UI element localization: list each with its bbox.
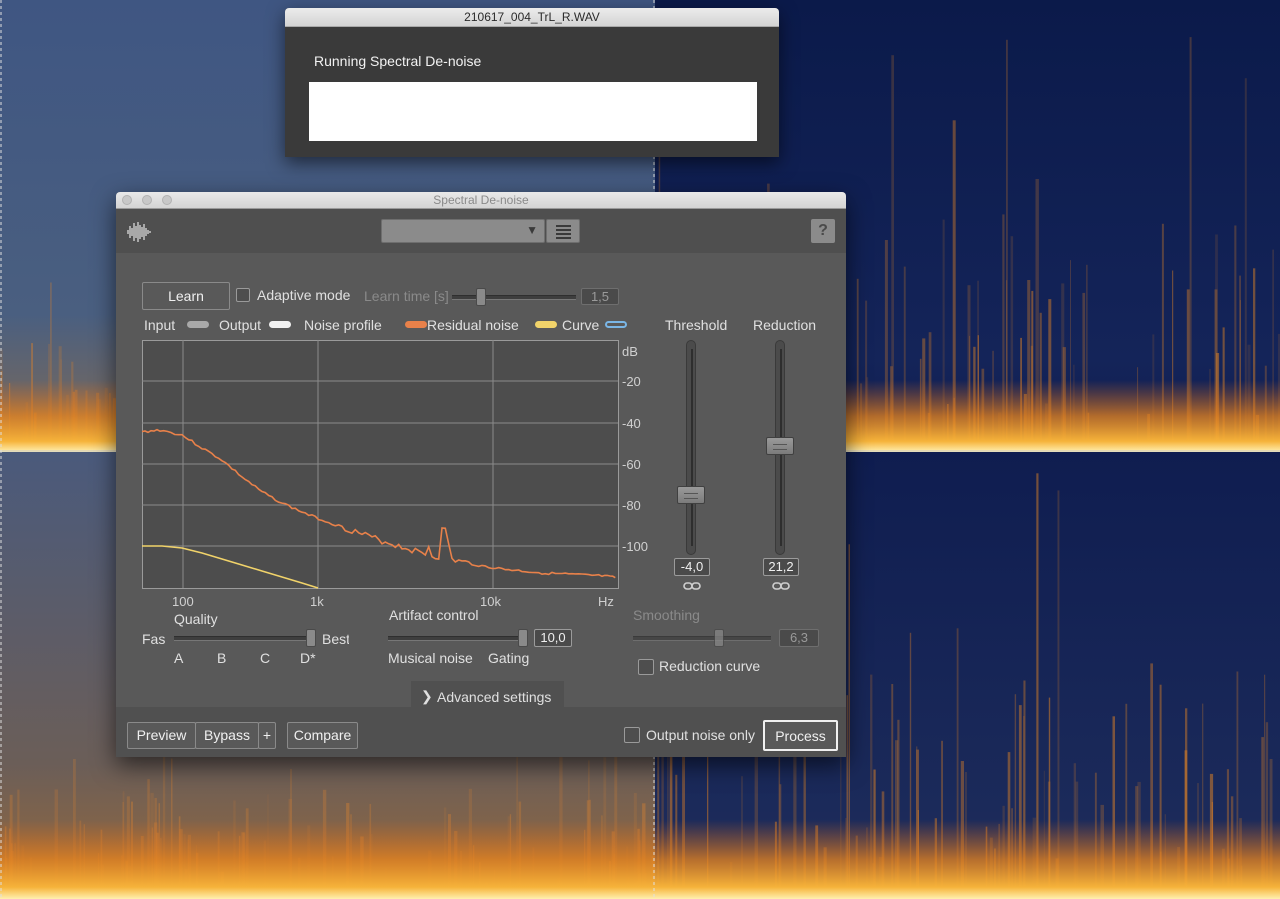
- legend-label: Noise profile: [304, 317, 382, 333]
- graph-x-tick: 1k: [310, 594, 324, 609]
- reduction-curve-checkbox[interactable]: [638, 659, 654, 675]
- graph-y-tick: -20: [622, 374, 641, 389]
- link-icon[interactable]: [683, 578, 701, 596]
- window-titlebar[interactable]: Spectral De-noise: [116, 192, 846, 209]
- preset-dropdown[interactable]: ▼: [381, 219, 545, 243]
- quality-fast-label: Fas: [142, 631, 166, 647]
- reduction-label: Reduction: [753, 317, 817, 333]
- spectrogram-hot-band-lower: [0, 820, 1280, 899]
- adaptive-mode-label: Adaptive mode: [257, 287, 351, 303]
- learn-time-value[interactable]: 1,5: [581, 288, 619, 305]
- process-button[interactable]: Process: [763, 720, 838, 751]
- zoom-window-button[interactable]: [162, 195, 172, 205]
- smoothing-slider-track[interactable]: [633, 636, 771, 641]
- output-noise-only-label: Output noise only: [646, 727, 755, 743]
- graph-y-unit: dB: [622, 344, 638, 359]
- graph-y-tick: -80: [622, 498, 641, 513]
- chevron-right-icon: ❯: [421, 688, 433, 704]
- smoothing-slider-thumb[interactable]: [713, 629, 724, 647]
- quality-mark-c: C: [260, 650, 271, 666]
- reduction-slider-thumb[interactable]: [766, 436, 794, 455]
- close-window-button[interactable]: [122, 195, 132, 205]
- reduction-value[interactable]: 21,2: [763, 558, 799, 576]
- smoothing-value[interactable]: 6,3: [779, 629, 819, 647]
- artifact-control-label: Artifact control: [389, 607, 479, 623]
- bypass-add-button[interactable]: +: [258, 722, 276, 749]
- smoothing-label: Smoothing: [633, 607, 700, 623]
- progress-bar: [309, 82, 757, 141]
- quality-slider-track[interactable]: [174, 636, 316, 641]
- legend-swatch[interactable]: [604, 321, 627, 328]
- dropdown-arrow-icon: ▼: [526, 223, 538, 237]
- musical-noise-label: Musical noise: [388, 650, 473, 666]
- graph-y-tick: -100: [622, 539, 648, 554]
- artifact-control-value[interactable]: 10,0: [534, 629, 572, 647]
- artifact-control-slider-track[interactable]: [388, 636, 528, 641]
- quality-mark-b: B: [217, 650, 227, 666]
- minimize-window-button[interactable]: [142, 195, 152, 205]
- artifact-control-slider-thumb[interactable]: [518, 629, 528, 647]
- graph-y-tick: -40: [622, 416, 641, 431]
- legend-label: Residual noise: [427, 317, 519, 333]
- learn-time-slider-thumb[interactable]: [476, 288, 486, 306]
- quality-best-label: Best: [322, 631, 349, 647]
- output-noise-only-checkbox[interactable]: [624, 727, 640, 743]
- quality-mark-d: D*: [300, 650, 316, 666]
- link-icon[interactable]: [772, 578, 790, 596]
- graph-x-tick: 10k: [480, 594, 501, 609]
- adaptive-mode-checkbox[interactable]: [236, 288, 250, 302]
- threshold-slider-thumb[interactable]: [677, 485, 705, 504]
- quality-mark-a: A: [174, 650, 184, 666]
- spectral-denoise-window: Spectral De-noise ▼ ? Learn Adaptive mod…: [116, 192, 846, 757]
- learn-button[interactable]: Learn: [142, 282, 230, 310]
- waveform-logo-icon: [126, 221, 152, 248]
- legend-swatch[interactable]: [535, 321, 558, 328]
- legend-label: Output: [219, 317, 262, 333]
- legend-swatch[interactable]: [404, 321, 427, 328]
- graph-x-tick: Hz: [598, 594, 614, 609]
- plugin-footer: Preview Bypass + Compare Output noise on…: [116, 707, 846, 757]
- progress-dialog: 210617_004_TrL_R.WAV Running Spectral De…: [285, 8, 779, 157]
- graph-y-tick: -60: [622, 457, 641, 472]
- list-menu-icon[interactable]: [546, 219, 580, 243]
- gating-label: Gating: [488, 650, 530, 666]
- progress-dialog-title: 210617_004_TrL_R.WAV: [285, 8, 779, 27]
- learn-time-label: Learn time [s]: [364, 288, 449, 304]
- quality-label: Quality: [174, 611, 218, 627]
- quality-slider-thumb[interactable]: [306, 629, 316, 647]
- legend-swatch[interactable]: [186, 321, 209, 328]
- spectrum-graph[interactable]: dB -20 -40 -60 -80 -100 100 1k 10k Hz: [141, 340, 652, 615]
- preview-button[interactable]: Preview: [127, 722, 196, 749]
- threshold-label: Threshold: [665, 317, 728, 333]
- help-button[interactable]: ?: [811, 219, 835, 243]
- compare-button[interactable]: Compare: [287, 722, 358, 749]
- plugin-header: ▼ ?: [116, 209, 846, 253]
- legend-label: Input: [144, 317, 176, 333]
- threshold-value[interactable]: -4,0: [674, 558, 710, 576]
- legend-label: Curve: [562, 317, 600, 333]
- window-title: Spectral De-noise: [433, 193, 529, 207]
- threshold-slider-track[interactable]: [686, 340, 696, 555]
- progress-message: Running Spectral De-noise: [314, 53, 482, 69]
- learn-time-slider-track[interactable]: [452, 295, 576, 300]
- bypass-button[interactable]: Bypass: [195, 722, 259, 749]
- graph-x-tick: 100: [172, 594, 194, 609]
- advanced-settings-label: Advanced settings: [437, 689, 552, 705]
- legend-swatch[interactable]: [268, 321, 291, 328]
- reduction-curve-label: Reduction curve: [659, 658, 761, 674]
